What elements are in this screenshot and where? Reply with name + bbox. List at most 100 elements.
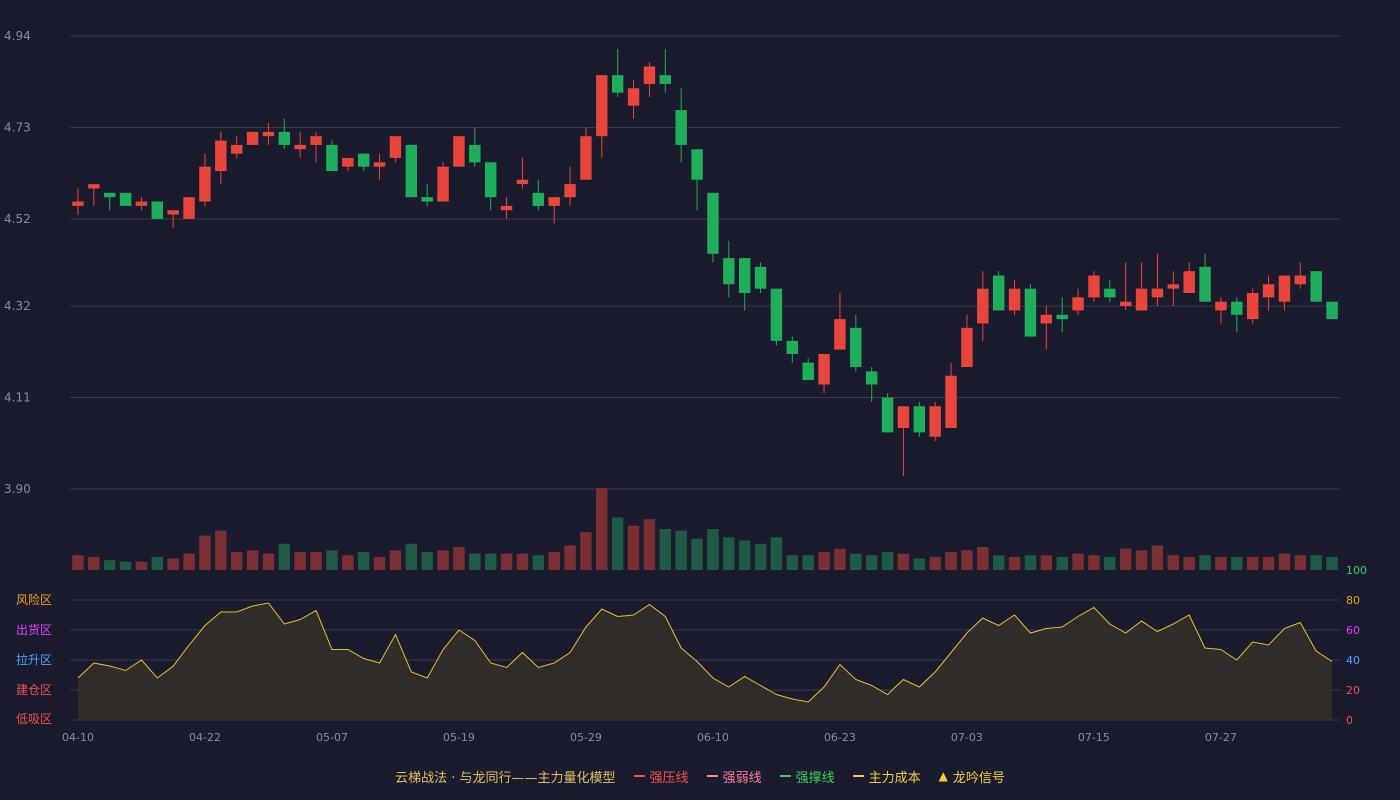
volume-bar	[246, 550, 259, 570]
legend-item-strong-support[interactable]: 强撑线	[779, 767, 835, 786]
candle-body-down	[119, 192, 132, 206]
candle-body-up	[500, 205, 513, 211]
volume-bar	[1040, 555, 1053, 570]
candlesticks	[72, 49, 1338, 476]
oscillator-tick-label: 0	[1346, 714, 1353, 727]
volume-bar	[754, 543, 767, 570]
legend-label: 强撑线	[795, 770, 835, 786]
oscillator-tick-label: 100	[1346, 564, 1367, 577]
volume-bar	[357, 551, 370, 570]
volume-bar	[945, 551, 957, 570]
volume-bar	[786, 555, 799, 570]
candle-body-up	[580, 136, 592, 180]
volume-bar	[1231, 556, 1243, 570]
candle-body-up	[977, 288, 989, 324]
volume-bar	[723, 537, 735, 570]
candle-body-up	[183, 197, 195, 219]
candle-body-up	[135, 201, 148, 206]
volume-bar	[897, 553, 910, 570]
volume-bars	[72, 488, 1338, 570]
volume-bar	[135, 561, 148, 570]
volume-bar	[215, 530, 227, 570]
volume-bar	[405, 543, 418, 570]
volume-bar	[453, 547, 465, 570]
candle-body-down	[421, 197, 433, 202]
volume-bar	[262, 553, 275, 570]
candle-body-up	[199, 166, 211, 202]
zone-label: 建仓区	[16, 683, 52, 697]
volume-bar	[992, 555, 1005, 570]
candle-body-down	[405, 144, 418, 198]
date-tick-label: 06-10	[697, 731, 729, 744]
candle-body-down	[1056, 314, 1068, 320]
candle-body-up	[897, 406, 910, 429]
volume-bar	[532, 555, 545, 570]
volume-bar	[834, 548, 846, 570]
candle-body-up	[929, 406, 941, 437]
volume-bar	[611, 517, 624, 570]
candle-body-up	[564, 184, 576, 198]
candle-body-up	[1294, 275, 1307, 285]
candle-body-up	[72, 201, 84, 206]
volume-bar	[421, 551, 433, 570]
oscillator-tick-label: 20	[1346, 684, 1360, 697]
volume-bar	[1072, 553, 1084, 570]
volume-bar	[977, 547, 989, 570]
candle-body-up	[262, 131, 275, 137]
volume-bar	[1262, 556, 1275, 570]
candle-body-up	[1215, 301, 1227, 311]
candle-body-down	[913, 406, 926, 433]
date-tick-label: 05-07	[316, 731, 348, 744]
volume-bar	[500, 553, 513, 570]
candle-body-up	[88, 184, 100, 189]
volume-bar	[643, 519, 656, 570]
volume-bar	[580, 532, 592, 570]
volume-bar	[103, 560, 116, 570]
candle-body-down	[850, 327, 862, 368]
volume-bar	[1167, 555, 1180, 570]
grid-lines	[70, 35, 1340, 490]
legend-title: 云梯战法 · 与龙同行——主力量化模型	[395, 770, 616, 786]
volume-bar	[1135, 550, 1148, 570]
oscillator-tick-label: 60	[1346, 624, 1360, 637]
candle-body-up	[1088, 275, 1100, 298]
volume-bar	[1008, 556, 1021, 570]
candle-body-up	[818, 353, 830, 385]
volume-bar	[310, 551, 322, 570]
candle-body-down	[1199, 266, 1211, 302]
date-axis: 04-10 04-22 05-07 05-19 05-29 06-10 06-23 07-03…	[62, 731, 1237, 744]
candle-body-up	[373, 162, 386, 167]
volume-bar	[167, 558, 179, 570]
volume-bar	[818, 551, 830, 570]
volume-bar	[564, 545, 576, 570]
volume-bar	[1246, 556, 1259, 570]
volume-bar	[1119, 548, 1132, 570]
candle-body-down	[1310, 271, 1322, 302]
volume-bar	[389, 550, 402, 570]
oscillator-area	[78, 603, 1332, 720]
candle-body-up	[1246, 292, 1259, 320]
volume-bar	[199, 535, 211, 570]
candle-body-down	[723, 258, 735, 285]
volume-bar	[691, 538, 703, 570]
volume-bar	[1199, 555, 1211, 570]
candle-body-down	[881, 397, 894, 433]
candle-body-down	[802, 362, 814, 381]
legend-item-main-cost[interactable]: 主力成本	[852, 767, 921, 786]
oscillator-tick-label: 40	[1346, 654, 1360, 667]
zone-label: 低吸区	[16, 712, 52, 726]
legend-item-strong-resistance[interactable]: 强压线	[633, 767, 689, 786]
volume-bar	[802, 555, 814, 570]
legend-item-dragon-signal[interactable]: ▲ 龙吟信号	[939, 767, 1005, 786]
date-tick-label: 06-23	[824, 731, 856, 744]
candle-body-down	[738, 258, 751, 293]
volume-bar	[627, 525, 640, 570]
volume-bar	[548, 551, 560, 570]
volume-bar	[1326, 556, 1338, 570]
legend-swatch-dashed-yellow	[852, 775, 864, 777]
volume-bar	[1151, 545, 1164, 570]
price-tick-label: 4.11	[4, 391, 31, 405]
volume-bar	[1278, 553, 1291, 570]
legend-item-strength-line[interactable]: 强弱线	[706, 767, 762, 786]
volume-bar	[881, 551, 894, 570]
